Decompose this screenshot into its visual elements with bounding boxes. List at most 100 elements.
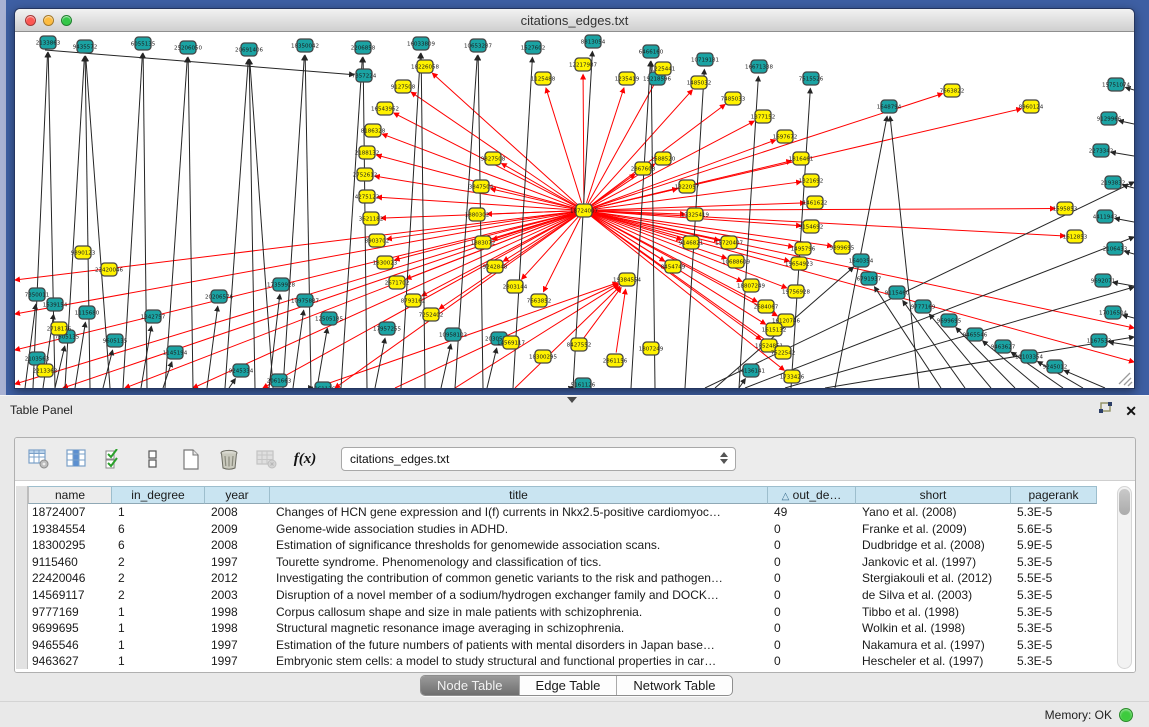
network-node[interactable]: 9245334: [229, 364, 254, 377]
cell-name[interactable]: 18300295: [28, 537, 112, 554]
function-builder-icon[interactable]: f(x): [293, 447, 317, 471]
network-node[interactable]: 3847504: [469, 180, 494, 193]
cell-year[interactable]: 1997: [205, 653, 270, 670]
splitter-handle[interactable]: [567, 397, 577, 403]
network-node[interactable]: 1880302: [465, 208, 490, 221]
cell-out_de[interactable]: 0: [768, 587, 856, 604]
cell-pagerank[interactable]: 5.3E-5: [1011, 504, 1097, 521]
cell-short[interactable]: Tibbo et al. (1998): [856, 604, 1011, 621]
network-node[interactable]: 1961126: [311, 382, 336, 388]
network-node[interactable]: 20691406: [235, 43, 263, 56]
network-node[interactable]: 1495796: [791, 242, 816, 255]
network-node[interactable]: 9245012: [1043, 360, 1068, 373]
cell-year[interactable]: 2009: [205, 521, 270, 538]
network-canvas[interactable]: 2133863943557260551352520605020691406183…: [15, 32, 1134, 388]
network-node[interactable]: 1527602: [521, 41, 546, 54]
network-node[interactable]: 16033809: [407, 37, 435, 50]
network-node[interactable]: 1322057: [675, 180, 700, 193]
network-node[interactable]: 15751074: [1102, 78, 1130, 91]
cell-year[interactable]: 1998: [205, 620, 270, 637]
cell-out_de[interactable]: 0: [768, 604, 856, 621]
network-node[interactable]: 18350042: [291, 39, 319, 52]
cell-in_degree[interactable]: 6: [112, 521, 205, 538]
canvas-resize-grip[interactable]: [1119, 373, 1132, 386]
float-panel-icon[interactable]: [1098, 402, 1113, 420]
network-node[interactable]: 9115460: [885, 286, 910, 299]
network-node[interactable]: 9899695: [830, 241, 855, 254]
network-node[interactable]: 2803144: [503, 280, 528, 293]
cell-short[interactable]: Stergiakouli et al. (2012): [856, 570, 1011, 587]
network-node[interactable]: 19756928: [782, 285, 810, 298]
table-row[interactable]: 977716911998Corpus callosum shape and si…: [28, 604, 1097, 621]
network-node[interactable]: 17016504: [1099, 306, 1127, 319]
network-node[interactable]: 8903702: [365, 234, 390, 247]
network-node[interactable]: 9127508: [391, 80, 416, 93]
cell-year[interactable]: 2008: [205, 537, 270, 554]
network-node[interactable]: 1612853: [1063, 230, 1088, 243]
trash-icon[interactable]: [217, 447, 241, 471]
cell-year[interactable]: 1997: [205, 554, 270, 571]
column-header-title[interactable]: title: [270, 486, 768, 504]
network-node[interactable]: 1321692: [799, 174, 824, 187]
network-node[interactable]: 6055135: [131, 37, 156, 50]
network-node[interactable]: 8427552: [567, 338, 592, 351]
network-node[interactable]: 12217987: [569, 58, 597, 71]
cell-short[interactable]: de Silva et al. (2003): [856, 587, 1011, 604]
cell-title[interactable]: Embryonic stem cells: a model to study s…: [270, 653, 768, 670]
network-node[interactable]: 2273342: [1089, 144, 1114, 157]
network-node[interactable]: 1167533: [1087, 334, 1112, 347]
cell-title[interactable]: Tourette syndrome. Phenomenology and cla…: [270, 554, 768, 571]
network-node[interactable]: 1377152: [751, 110, 776, 123]
cell-name[interactable]: 9463627: [28, 653, 112, 670]
network-node[interactable]: 20206576: [205, 290, 233, 303]
cell-in_degree[interactable]: 1: [112, 653, 205, 670]
network-node[interactable]: 2752612: [353, 168, 378, 181]
cell-year[interactable]: 2003: [205, 587, 270, 604]
cell-year[interactable]: 1997: [205, 637, 270, 654]
cell-name[interactable]: 9699695: [28, 620, 112, 637]
cell-in_degree[interactable]: 1: [112, 620, 205, 637]
network-node[interactable]: 8813054: [581, 35, 606, 48]
cell-out_de[interactable]: 0: [768, 521, 856, 538]
cell-title[interactable]: Corpus callosum shape and size in male p…: [270, 604, 768, 621]
network-node[interactable]: 9692071: [1091, 274, 1116, 287]
network-node[interactable]: 4275122: [355, 190, 380, 203]
network-node[interactable]: 8793162: [401, 294, 426, 307]
cell-short[interactable]: Hescheler et al. (1997): [856, 653, 1011, 670]
table-row[interactable]: 2242004622012Investigating the contribut…: [28, 570, 1097, 587]
network-node[interactable]: 1461622: [803, 196, 828, 209]
cell-pagerank[interactable]: 5.3E-5: [1011, 653, 1097, 670]
network-node[interactable]: 14136141: [737, 364, 765, 377]
tab-node-table[interactable]: Node Table: [421, 676, 520, 695]
cell-short[interactable]: Franke et al. (2009): [856, 521, 1011, 538]
network-node[interactable]: 7252402: [419, 308, 444, 321]
cell-title[interactable]: Genome-wide association studies in ADHD.: [270, 521, 768, 538]
network-node[interactable]: 6466160: [639, 45, 664, 58]
network-node[interactable]: 25206050: [174, 41, 202, 54]
network-node[interactable]: 1648794: [877, 100, 902, 113]
cell-title[interactable]: Disruption of a novel member of a sodium…: [270, 587, 768, 604]
column-header-name[interactable]: name: [28, 486, 112, 504]
select-all-checklist-icon[interactable]: [103, 447, 127, 471]
network-node[interactable]: 2213363: [33, 364, 58, 377]
cell-name[interactable]: 22420046: [28, 570, 112, 587]
network-node[interactable]: 10719181: [691, 53, 719, 66]
cell-short[interactable]: Yano et al. (2008): [856, 504, 1011, 521]
cell-name[interactable]: 19384554: [28, 521, 112, 538]
network-node[interactable]: 1697672: [773, 130, 798, 143]
network-node[interactable]: 10653287: [464, 39, 492, 52]
cell-year[interactable]: 2008: [205, 504, 270, 521]
cell-title[interactable]: Estimation of significance thresholds fo…: [270, 537, 768, 554]
network-node[interactable]: 7663852: [527, 294, 552, 307]
table-selector-combobox[interactable]: citations_edges.txt: [341, 447, 736, 471]
network-node[interactable]: 10975887: [291, 294, 319, 307]
cell-out_de[interactable]: 49: [768, 504, 856, 521]
network-node[interactable]: 1733426: [780, 370, 805, 383]
close-panel-icon[interactable]: ✕: [1125, 405, 1137, 417]
network-node[interactable]: 7357224: [352, 69, 377, 82]
table-mode-icon[interactable]: [27, 447, 51, 471]
network-node[interactable]: 2133863: [36, 36, 61, 49]
network-node[interactable]: 7515526: [799, 72, 824, 85]
network-node[interactable]: 2206858: [351, 41, 376, 54]
network-node[interactable]: 9129966: [1097, 112, 1122, 125]
